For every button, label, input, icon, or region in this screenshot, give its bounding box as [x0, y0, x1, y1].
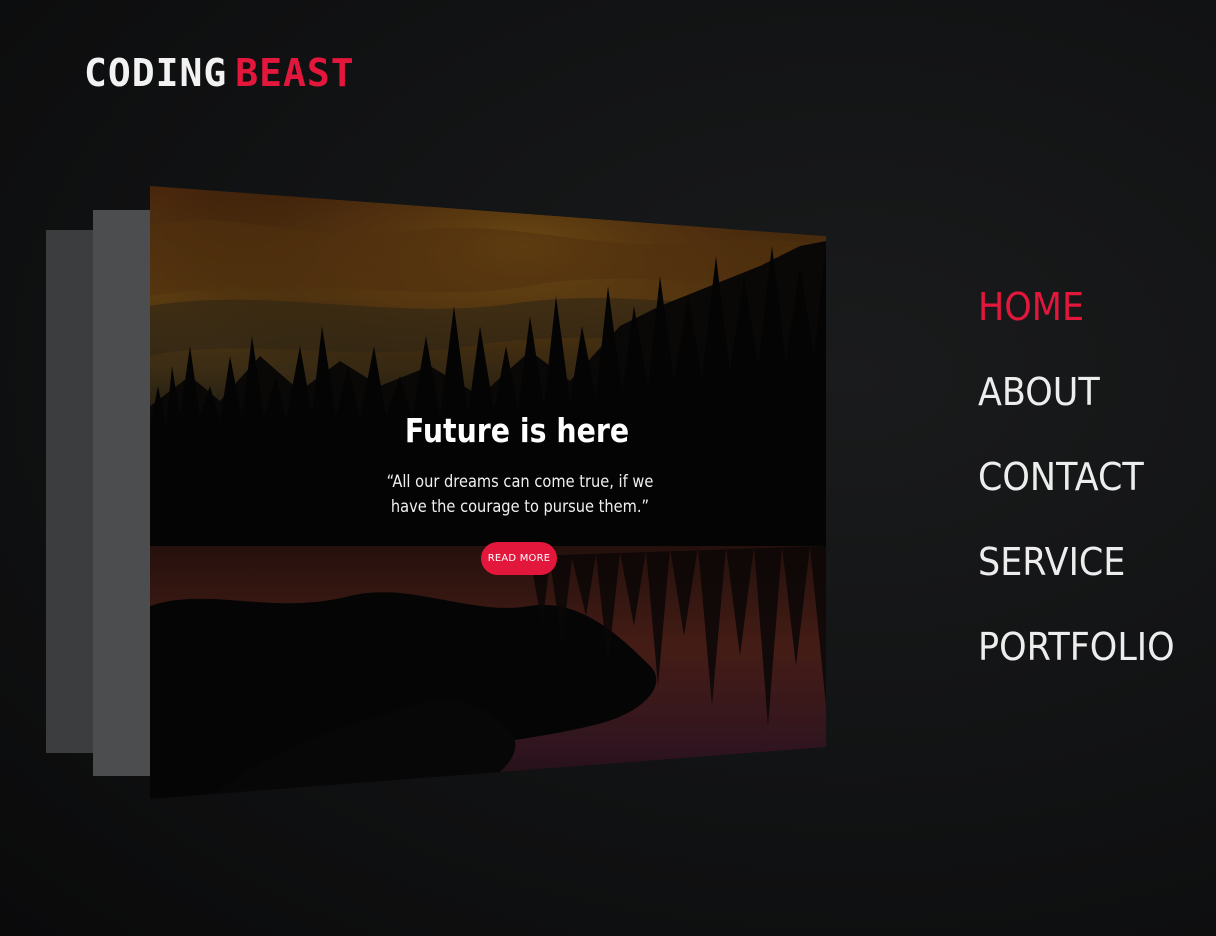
logo[interactable]: CODING BEAST — [84, 50, 355, 96]
nav-item-service[interactable]: SERVICE — [978, 537, 1175, 622]
nav-item-portfolio[interactable]: PORTFOLIO — [978, 622, 1175, 707]
read-more-button[interactable]: READ MORE — [481, 542, 557, 575]
logo-text-coding: CODING — [84, 51, 228, 95]
slide-middle-panel — [93, 210, 153, 776]
hero-quote: “All our dreams can come true, if we hav… — [386, 472, 654, 517]
logo-text-beast: BEAST — [235, 51, 355, 95]
hero-slide: Future is here “All our dreams can come … — [150, 186, 826, 799]
main-navigation: HOME ABOUT CONTACT SERVICE PORTFOLIO — [978, 282, 1192, 707]
nav-item-contact[interactable]: CONTACT — [978, 452, 1175, 537]
nav-item-home[interactable]: HOME — [978, 282, 1175, 367]
hero-title: Future is here — [404, 411, 630, 450]
nav-item-about[interactable]: ABOUT — [978, 367, 1175, 452]
